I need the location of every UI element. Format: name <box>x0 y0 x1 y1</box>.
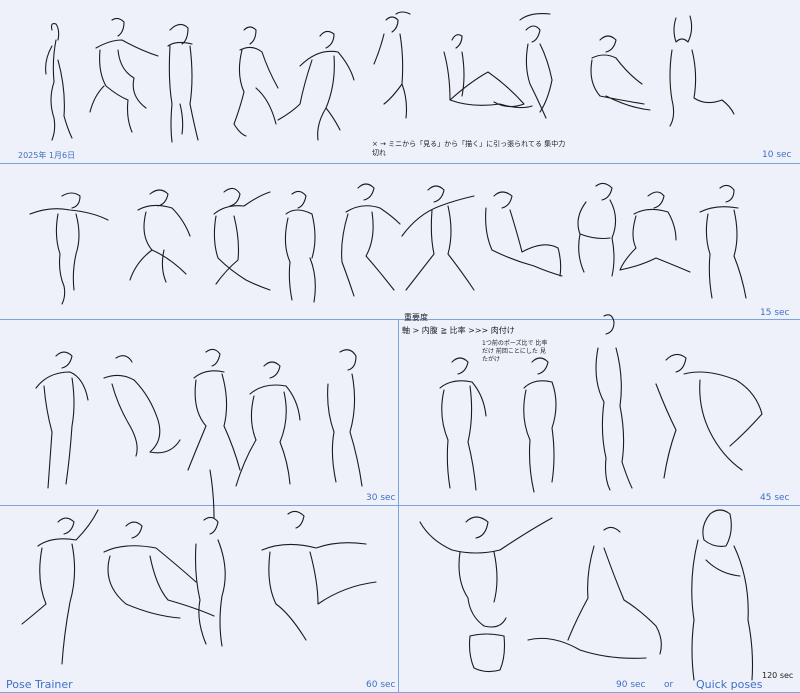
figure-sketch <box>89 17 159 133</box>
figure-sketch <box>373 11 411 119</box>
figure-sketch <box>485 191 563 277</box>
figure-sketch <box>577 182 617 277</box>
figure-sketch <box>527 526 662 659</box>
figure-sketch <box>194 469 226 647</box>
figure-sketch <box>691 509 754 681</box>
figure-sketch <box>233 26 279 137</box>
figure-sketch <box>699 184 747 299</box>
figure-sketch <box>103 355 181 457</box>
figure-sketch <box>401 185 475 291</box>
figure-sketch <box>261 510 377 641</box>
figure-sketch <box>277 30 355 141</box>
sketch-sheet: 2025年 1月6日 10 sec 15 sec 30 sec 45 sec 6… <box>0 0 800 693</box>
gesture-sketches <box>21 11 763 681</box>
figure-sketch <box>327 349 363 487</box>
figure-sketch <box>619 191 691 273</box>
figure-sketch <box>29 192 109 305</box>
figure-sketch <box>103 521 215 619</box>
figure-sketch <box>341 183 401 297</box>
figure-sketch <box>439 357 487 491</box>
figure-sketch <box>35 351 89 489</box>
figure-sketch <box>419 516 553 673</box>
figure-sketch <box>284 190 316 303</box>
figure-sketch <box>669 15 735 127</box>
figure-sketch <box>129 189 191 283</box>
figure-sketch <box>45 23 73 141</box>
figure-sketch <box>519 13 553 119</box>
figure-sketch <box>590 35 651 111</box>
figure-sketch <box>523 357 557 493</box>
figure-sketch <box>443 34 533 109</box>
figure-sketch <box>595 314 633 491</box>
figure-sketch <box>235 361 301 487</box>
figure-sketch <box>187 348 241 471</box>
figure-sketch <box>167 23 199 143</box>
figure-sketch <box>21 509 99 665</box>
figure-sketch <box>655 353 763 479</box>
figure-sketch <box>213 187 271 291</box>
